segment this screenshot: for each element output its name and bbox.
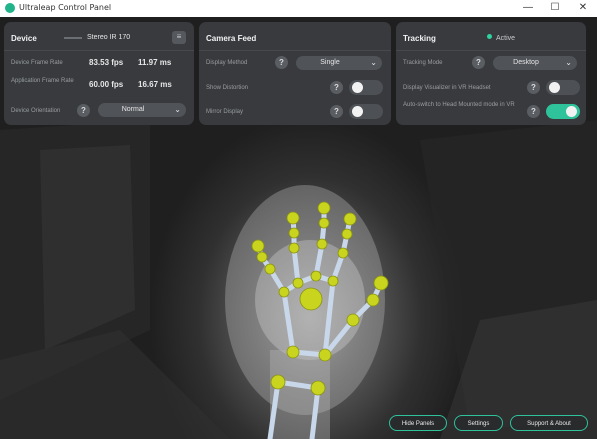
tracking-heading: Tracking	[403, 34, 436, 43]
help-icon[interactable]: ?	[527, 105, 540, 118]
help-icon[interactable]: ?	[330, 81, 343, 94]
support-about-button[interactable]: Support & About	[510, 415, 588, 431]
show-distortion-label: Show Distortion	[206, 85, 249, 91]
camera-feed-panel: Camera Feed Display Method ? Single ⌄ Sh…	[199, 22, 391, 125]
hide-panels-button[interactable]: Hide Panels	[389, 415, 447, 431]
tracking-status-text: Active	[496, 35, 516, 42]
toggle-knob	[352, 82, 363, 93]
joint	[264, 263, 276, 275]
device-name: Stereo IR 170	[87, 34, 131, 41]
mirror-display-toggle[interactable]	[349, 104, 383, 119]
joint	[286, 211, 300, 225]
settings-button[interactable]: Settings	[454, 415, 503, 431]
toggle-knob	[352, 106, 363, 117]
tracking-mode-value: Desktop	[513, 59, 539, 66]
joint	[251, 239, 265, 253]
help-icon[interactable]: ?	[330, 105, 343, 118]
camera-feed-heading: Camera Feed	[206, 34, 257, 43]
wrist-joint	[310, 380, 326, 396]
tracking-mode-dropdown[interactable]: Desktop ⌄	[493, 56, 577, 70]
display-visualizer-toggle[interactable]	[546, 80, 580, 95]
display-method-value: Single	[320, 59, 340, 66]
device-frame-rate-label: Device Frame Rate	[11, 60, 63, 66]
device-panel: Device Stereo IR 170 ≡ Device Frame Rate…	[4, 22, 194, 125]
maximize-button[interactable]: ☐	[541, 0, 569, 17]
ultraleap-logo-icon	[5, 3, 15, 13]
joint	[288, 227, 300, 239]
help-icon[interactable]: ?	[472, 56, 485, 69]
display-method-label: Display Method	[206, 60, 248, 66]
application-frame-rate-label: Application Frame Rate	[11, 78, 74, 84]
application-frame-rate-ms: 16.67 ms	[138, 80, 172, 89]
joint	[318, 348, 332, 362]
toggle-knob	[549, 82, 560, 93]
device-orientation-value: Normal	[121, 106, 145, 113]
tracking-panel: Tracking Active Tracking Mode ? Desktop …	[396, 22, 586, 125]
chevron-down-icon: ⌄	[174, 105, 181, 114]
menu-icon[interactable]: ≡	[172, 31, 186, 44]
joint	[327, 275, 339, 287]
minimize-button[interactable]: —	[514, 0, 542, 17]
joint	[256, 251, 268, 263]
joint	[292, 277, 304, 289]
help-icon[interactable]: ?	[527, 81, 540, 94]
joint	[341, 228, 353, 240]
tracking-mode-label: Tracking Mode	[403, 60, 443, 66]
tracking-status: Active	[487, 34, 515, 42]
wrist-joint	[270, 374, 286, 390]
device-heading: Device	[11, 34, 37, 43]
joint	[366, 293, 380, 307]
divider	[396, 50, 586, 51]
joint	[346, 313, 360, 327]
joint	[278, 286, 290, 298]
display-visualizer-label: Display Visualizer in VR Headset	[403, 85, 491, 91]
app-window: Ultraleap Control Panel — ☐ ✕ Device Ste…	[0, 0, 597, 439]
joint	[310, 270, 322, 282]
device-separator	[64, 37, 82, 39]
application-frame-rate-fps: 60.00 fps	[89, 80, 124, 89]
help-icon[interactable]: ?	[275, 56, 288, 69]
device-orientation-dropdown[interactable]: Normal ⌄	[98, 103, 186, 117]
palm-joint	[299, 287, 323, 311]
title-bar: Ultraleap Control Panel — ☐ ✕	[0, 0, 597, 17]
auto-switch-toggle[interactable]	[546, 104, 580, 119]
device-frame-rate-ms: 11.97 ms	[138, 58, 172, 67]
show-distortion-toggle[interactable]	[349, 80, 383, 95]
toggle-knob	[566, 106, 577, 117]
joint	[317, 201, 331, 215]
window-title: Ultraleap Control Panel	[19, 3, 112, 12]
divider	[199, 50, 391, 51]
device-frame-rate-fps: 83.53 fps	[89, 58, 124, 67]
joint	[373, 275, 389, 291]
display-method-dropdown[interactable]: Single ⌄	[296, 56, 382, 70]
status-dot-icon	[487, 34, 492, 39]
joint	[286, 345, 300, 359]
joint	[343, 212, 357, 226]
joint	[288, 242, 300, 254]
device-orientation-label: Device Orientation	[11, 108, 61, 114]
auto-switch-label: Auto-switch to Head Mounted mode in VR	[403, 102, 515, 108]
chevron-down-icon: ⌄	[565, 58, 572, 67]
close-button[interactable]: ✕	[569, 0, 597, 17]
mirror-display-label: Mirror Display	[206, 109, 244, 115]
divider	[4, 50, 194, 51]
joint	[337, 247, 349, 259]
help-icon[interactable]: ?	[77, 104, 90, 117]
chevron-down-icon: ⌄	[370, 58, 377, 67]
joint	[316, 238, 328, 250]
joint	[318, 217, 330, 229]
